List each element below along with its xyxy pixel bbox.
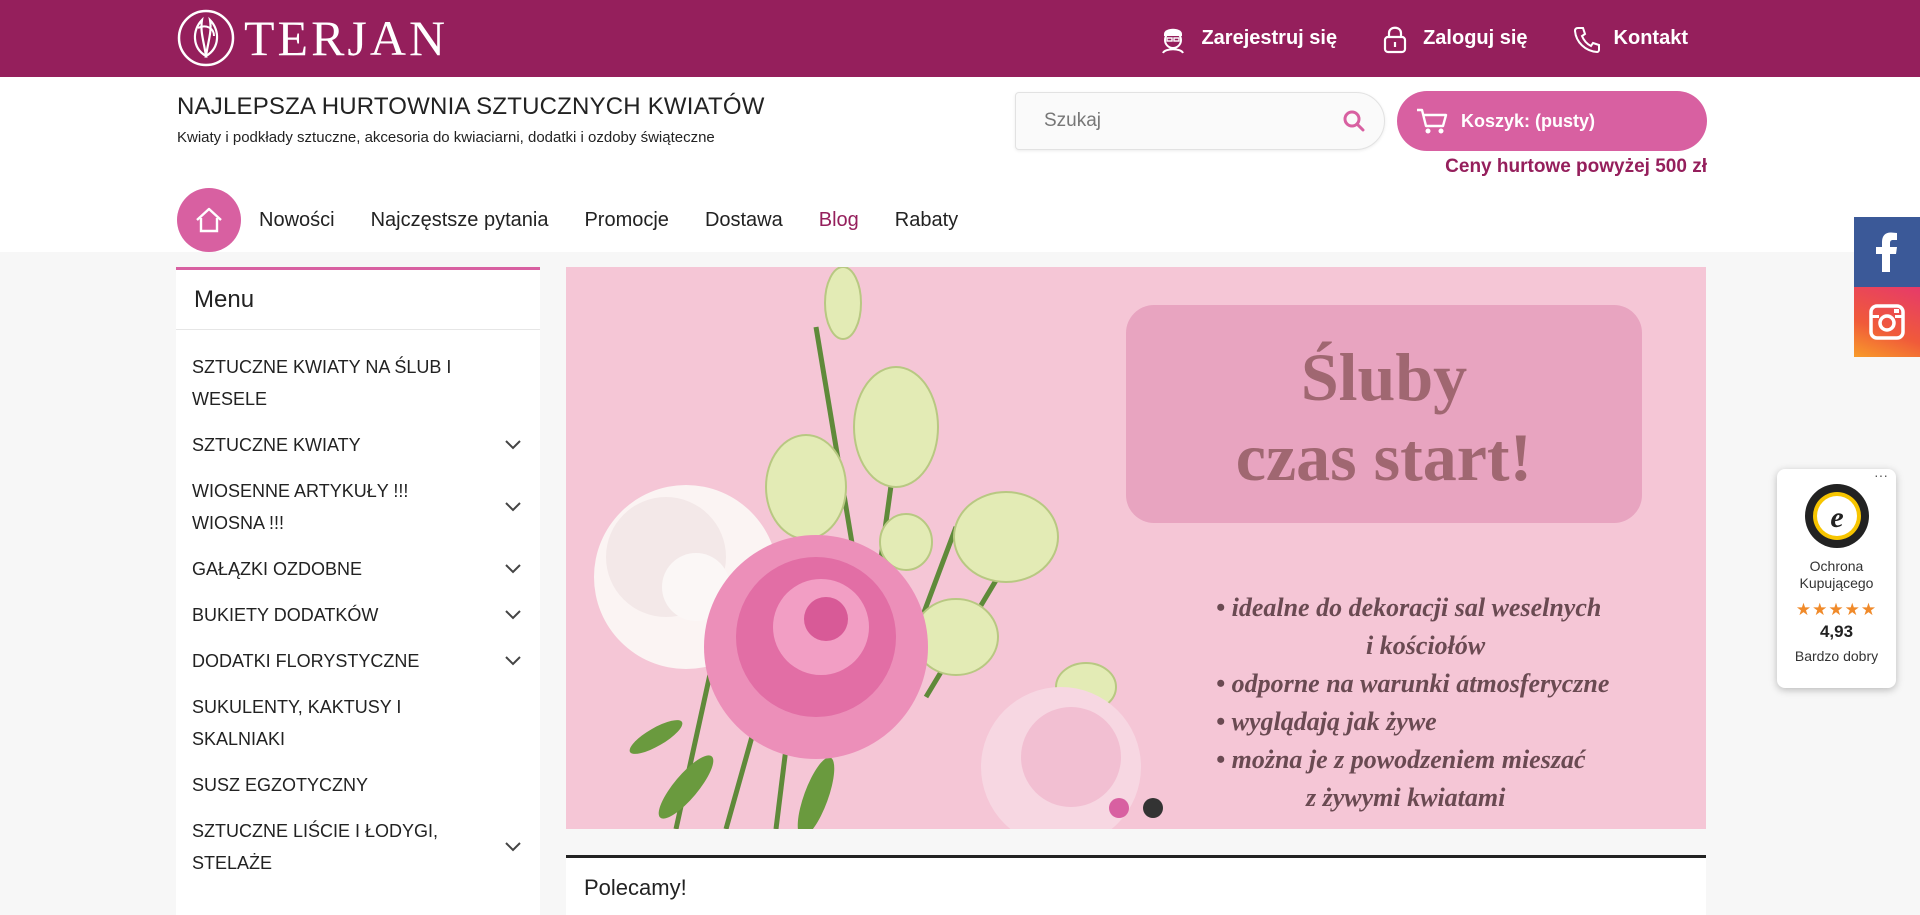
category-label: SZTUCZNE LIŚCIE I ŁODYGI, STELAŻE [192,821,439,873]
user-icon [1162,28,1185,54]
nav-item-discounts[interactable]: Rabaty [895,209,958,232]
top-links: Zarejestruj się Zaloguj się Kontakt [1159,0,1688,77]
register-label: Zarejestruj się [1201,27,1338,49]
category-item-succulents[interactable]: SUKULENTY, KAKTUSY I SKALNIAKI [176,684,540,762]
category-label: SUKULENTY, KAKTUSY I SKALNIAKI [192,697,402,749]
chevron-down-icon[interactable] [504,655,522,667]
search-icon[interactable] [1340,107,1368,135]
contact-link[interactable]: Kontakt [1572,24,1688,54]
nav-item-promotions[interactable]: Promocje [584,209,668,232]
rating-score: 4,93 [1819,622,1854,641]
category-label: SZTUCZNE KWIATY NA ŚLUB I WESELE [192,357,452,409]
slider-dot-2[interactable] [1143,798,1163,818]
contact-label: Kontakt [1613,27,1688,49]
promo-headline: Śluby czas start! [1126,337,1642,497]
trust-label-line1: Ochrona [1809,558,1864,574]
chevron-down-icon[interactable] [504,563,522,575]
rating-stars: ★★★★★ [1795,600,1878,619]
trust-label: Ochrona Kupującego [1777,558,1896,592]
slider-dots [1109,798,1163,818]
category-item-leaves-stems[interactable]: SZTUCZNE LIŚCIE I ŁODYGI, STELAŻE [176,808,540,886]
recommended-title: Polecamy! [584,875,687,900]
logo-flower-icon [177,9,235,67]
logo[interactable]: TERJAN [176,6,448,70]
menu-title: Menu [176,270,540,330]
header: NAJLEPSZA HURTOWNIA SZTUCZNYCH KWIATÓW K… [0,77,1920,252]
promo-bullets: • idealne do dekoracji sal weselnych i k… [1216,589,1686,817]
category-item-bouquets[interactable]: BUKIETY DODATKÓW [176,592,540,638]
category-label: DODATKI FLORYSTYCZNE [192,651,420,671]
promo-headline-line2: czas start! [1235,419,1533,495]
category-label: WIOSENNE ARTYKUŁY !!! WIOSNA !!! [192,481,409,533]
cart-label: Koszyk: (pusty) [1461,110,1596,131]
search-box [1015,92,1385,150]
phone-icon [1573,26,1600,53]
category-sidebar: Menu SZTUCZNE KWIATY NA ŚLUB I WESELE SZ… [176,267,540,915]
promo-bullet: • idealne do dekoracji sal weselnych [1216,593,1602,622]
svg-text:e: e [1830,501,1843,534]
category-item-floristry-addons[interactable]: DODATKI FLORYSTYCZNE [176,638,540,684]
nav-item-delivery[interactable]: Dostawa [705,209,783,232]
home-icon [196,207,222,233]
chevron-down-icon[interactable] [504,609,522,621]
nav-item-news[interactable]: Nowości [259,209,335,232]
wholesale-note: Ceny hurtowe powyżej 500 zł [1445,156,1707,177]
more-options-icon[interactable]: ··· [1874,467,1888,483]
register-link[interactable]: Zarejestruj się [1159,24,1337,54]
category-label: BUKIETY DODATKÓW [192,605,379,625]
promo-bullet: i kościołów [1366,631,1486,660]
chevron-down-icon[interactable] [504,501,522,513]
trusted-shops-seal-icon: e [1804,484,1869,548]
facebook-icon [1876,232,1897,272]
promo-bullet: • wyglądają jak żywe [1216,707,1437,736]
tagline: NAJLEPSZA HURTOWNIA SZTUCZNYCH KWIATÓW K… [177,93,765,146]
category-item-spring[interactable]: WIOSENNE ARTYKUŁY !!! WIOSNA !!! [176,468,540,546]
top-bar: TERJAN Zarejestruj się Zaloguj się Konta… [0,0,1920,77]
hero-slider[interactable]: Śluby czas start! • idealne do dekoracji… [566,267,1706,829]
category-item-branches[interactable]: GAŁĄZKI OZDOBNE [176,546,540,592]
login-label: Zaloguj się [1423,27,1528,49]
category-list: SZTUCZNE KWIATY NA ŚLUB I WESELE SZTUCZN… [176,330,540,886]
promo-bullet: • odporne na warunki atmosferyczne [1216,669,1610,698]
trusted-shops-badge[interactable]: ··· e Ochrona Kupującego ★★★★★ 4,93 Bard… [1777,467,1896,688]
category-item-wedding-flowers[interactable]: SZTUCZNE KWIATY NA ŚLUB I WESELE [176,344,540,422]
rating-verdict: Bardzo dobry [1794,648,1879,664]
cart-icon [1417,108,1448,134]
promo-bullet: • można je z powodzeniem mieszać [1216,745,1586,774]
recommended-section: Polecamy! [566,855,1706,915]
chevron-down-icon[interactable] [504,439,522,451]
category-label: SUSZ EGZOTYCZNY [192,775,369,795]
social-links [1854,217,1920,357]
category-label: GAŁĄZKI OZDOBNE [192,559,363,579]
logo-text: TERJAN [244,10,449,66]
instagram-icon [1869,304,1905,340]
nav-item-faq[interactable]: Najczęstsze pytania [371,209,549,232]
category-label: SZTUCZNE KWIATY [192,435,361,455]
category-item-artificial-flowers[interactable]: SZTUCZNE KWIATY [176,422,540,468]
promo-bullet: z żywymi kwiatami [1306,783,1506,812]
site-headline: NAJLEPSZA HURTOWNIA SZTUCZNYCH KWIATÓW [177,93,765,120]
lock-icon [1383,26,1407,53]
login-link[interactable]: Zaloguj się [1381,24,1528,54]
home-button[interactable] [177,188,241,252]
facebook-button[interactable] [1854,217,1920,287]
search-input[interactable] [1044,93,1334,149]
chevron-down-icon[interactable] [504,841,522,853]
site-subheadline: Kwiaty i podkłady sztuczne, akcesoria do… [177,129,715,146]
slider-dot-1[interactable] [1109,798,1129,818]
nav-item-blog[interactable]: Blog [819,209,859,232]
category-item-dried-exotic[interactable]: SUSZ EGZOTYCZNY [176,762,540,808]
main-nav: Nowości Najczęstsze pytania Promocje Dos… [177,188,994,252]
instagram-button[interactable] [1854,287,1920,357]
promo-headline-line1: Śluby [1300,339,1468,415]
trust-label-line2: Kupującego [1799,575,1874,591]
cart-button[interactable]: Koszyk: (pusty) [1397,91,1707,151]
